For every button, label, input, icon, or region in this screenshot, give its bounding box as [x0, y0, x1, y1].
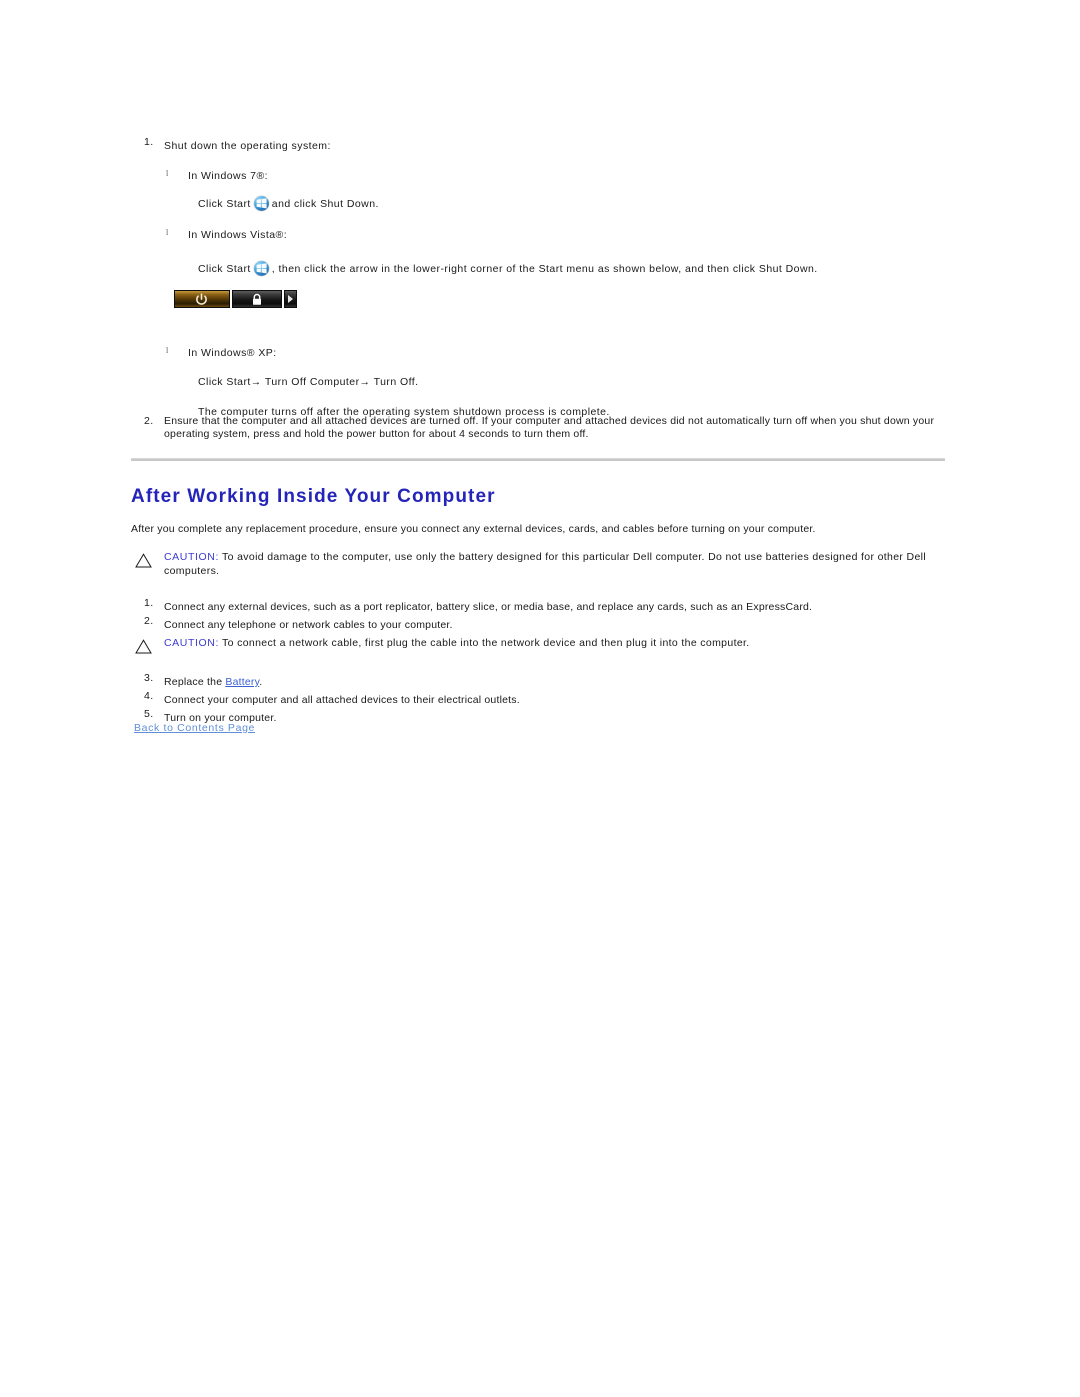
windows-vista-label: In Windows Vista®:	[188, 229, 287, 241]
section-intro: After you complete any replacement proce…	[131, 523, 816, 535]
registered-trademark-icon: ®	[256, 170, 265, 182]
after-work-steps-a: 1. Connect any external devices, such as…	[131, 597, 951, 633]
list-item: 1. Shut down the operating system: l In …	[131, 136, 961, 419]
caution-label: CAUTION:	[164, 551, 219, 563]
windows-xp-label-prefix: In Windows	[188, 347, 247, 359]
caution-battery: CAUTION: To avoid damage to the computer…	[131, 551, 976, 578]
windows-7-label: In Windows 7®:	[188, 170, 268, 182]
after-step-3-text: Replace the Battery.	[164, 676, 262, 688]
section-divider	[131, 458, 945, 461]
caution-network-cable-text: CAUTION: To connect a network cable, fir…	[164, 637, 976, 651]
windows-xp-label: In Windows® XP:	[188, 347, 277, 359]
power-icon	[196, 292, 208, 305]
back-to-contents-link[interactable]: Back to Contents Page	[134, 722, 255, 734]
list-number: 2.	[144, 615, 154, 627]
warning-triangle-icon	[135, 639, 152, 654]
caution-label: CAUTION:	[164, 637, 219, 649]
list-item: 1. Connect any external devices, such as…	[131, 597, 951, 615]
warning-triangle-icon	[135, 553, 152, 568]
windows-7-instruction-after: and click Shut Down.	[271, 198, 379, 210]
power-button[interactable]	[174, 290, 230, 308]
shutdown-steps-list: 1. Shut down the operating system: l In …	[131, 136, 961, 419]
windows-orb-icon	[253, 261, 269, 276]
windows-xp-label-suffix: XP:	[254, 347, 277, 359]
windows-vista-label-suffix: :	[283, 229, 288, 241]
page-title: After Working Inside Your Computer	[131, 486, 496, 507]
windows-7-instruction-before: Click Start	[198, 198, 251, 210]
step-1-text: Shut down the operating system:	[164, 140, 331, 152]
list-number: 2.	[144, 415, 154, 427]
list-item: 4. Connect your computer and all attache…	[131, 690, 951, 708]
list-item: 3. Replace the Battery.	[131, 672, 951, 690]
lock-icon	[252, 293, 261, 305]
windows-vista-instruction-after: , then click the arrow in the lower-righ…	[271, 263, 818, 275]
sub-item-windows-vista: l In Windows Vista®: Click Start , then c…	[164, 225, 961, 276]
list-number: 1.	[144, 136, 154, 148]
list-number: 4.	[144, 690, 154, 702]
vista-shutdown-button-image	[170, 287, 301, 311]
windows-vista-instruction: Click Start , then click the arrow in the…	[198, 261, 961, 276]
list-item: 2. Connect any telephone or network cabl…	[131, 615, 951, 633]
sub-bullet-marker: l	[166, 346, 169, 355]
shutdown-steps-list-continued: 2. Ensure that the computer and all atta…	[131, 415, 951, 441]
caution-battery-body: To avoid damage to the computer, use onl…	[164, 551, 927, 577]
caution-network-cable-body: To connect a network cable, first plug t…	[218, 637, 750, 649]
registered-trademark-icon: ®	[246, 347, 255, 359]
after-step-1-text: Connect any external devices, such as a …	[164, 601, 813, 613]
registered-trademark-icon: ®	[275, 229, 284, 241]
more-options-arrow-button[interactable]	[283, 290, 297, 308]
sub-bullet-marker: l	[166, 228, 169, 237]
windows-vista-label-prefix: In Windows Vista	[188, 229, 276, 241]
list-item: 2. Ensure that the computer and all atta…	[131, 415, 951, 441]
windows-orb-icon	[253, 196, 269, 211]
sub-item-windows-xp: l In Windows® XP: Click Start→ Turn Off …	[164, 343, 961, 419]
triangle-right-icon	[288, 295, 294, 303]
windows-7-label-suffix: :	[264, 170, 268, 182]
list-number: 3.	[144, 672, 154, 684]
after-work-steps-b: 3. Replace the Battery. 4. Connect your …	[131, 672, 951, 726]
windows-xp-instruction: Click Start→ Turn Off Computer→ Turn Off…	[198, 376, 419, 388]
windows-7-label-prefix: In Windows 7	[188, 170, 257, 182]
windows-vista-instruction-before: Click Start	[198, 263, 251, 275]
after-step-3-suffix: .	[259, 676, 263, 688]
after-step-2-text: Connect any telephone or network cables …	[164, 619, 453, 631]
sub-item-windows-7: l In Windows 7®: Click Start and click Sh…	[164, 166, 961, 211]
battery-link[interactable]: Battery	[225, 676, 259, 688]
after-step-3-prefix: Replace the	[164, 676, 226, 688]
sub-bullet-marker: l	[166, 169, 169, 178]
after-step-4-text: Connect your computer and all attached d…	[164, 694, 520, 706]
windows-7-instruction: Click Start and click Shut Down.	[198, 196, 961, 211]
list-number: 5.	[144, 708, 154, 720]
document-page: 1. Shut down the operating system: l In …	[0, 0, 1080, 1397]
list-number: 1.	[144, 597, 154, 609]
step-2-text: Ensure that the computer and all attache…	[164, 415, 935, 440]
caution-network-cable: CAUTION: To connect a network cable, fir…	[131, 637, 976, 654]
lock-button[interactable]	[231, 290, 282, 308]
caution-battery-text: CAUTION: To avoid damage to the computer…	[164, 551, 976, 578]
